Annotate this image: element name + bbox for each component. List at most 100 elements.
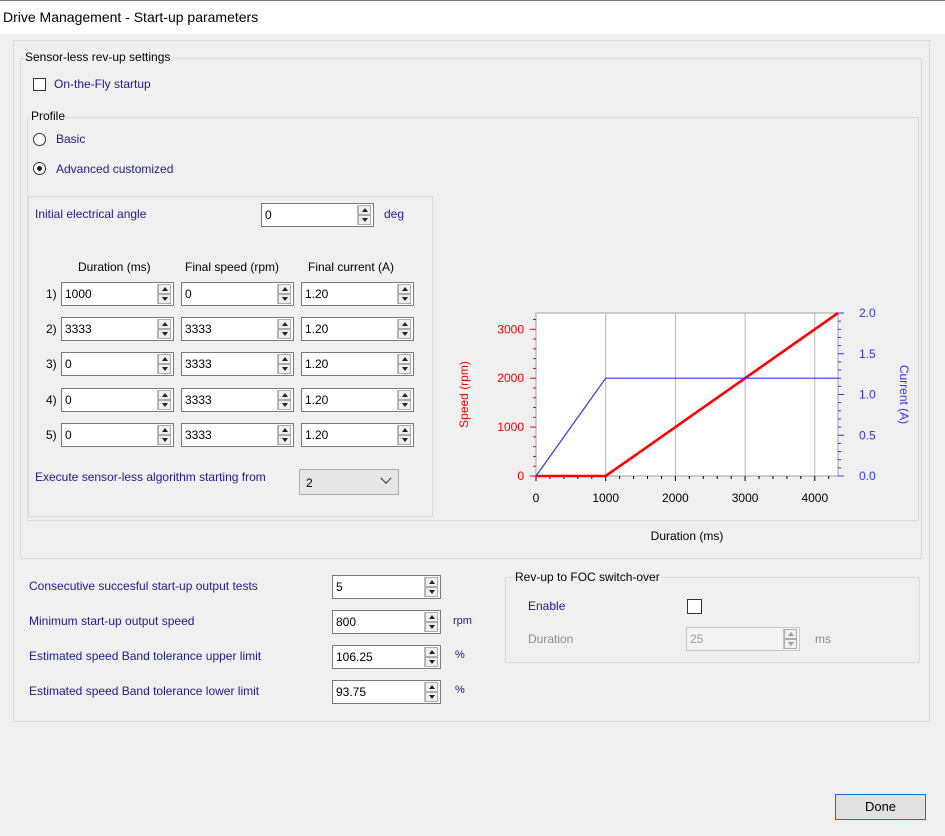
spin-up-icon[interactable]: [425, 612, 438, 622]
advanced-label[interactable]: Advanced customized: [56, 162, 173, 176]
row-duration-input[interactable]: 0: [61, 388, 174, 412]
row-duration-input[interactable]: 0: [61, 352, 174, 376]
spin-up-icon[interactable]: [398, 390, 411, 400]
spin-down-icon[interactable]: [278, 364, 291, 374]
row-duration-input[interactable]: 1000: [61, 282, 174, 306]
spin-up-icon[interactable]: [425, 682, 438, 692]
spin-down-icon[interactable]: [158, 364, 171, 374]
spin-up-icon[interactable]: [278, 354, 291, 364]
row-current-input[interactable]: 1.20: [301, 282, 414, 306]
row-duration-spinner[interactable]: [157, 390, 172, 410]
lower-limit-value[interactable]: 93.75: [336, 685, 366, 699]
basic-label[interactable]: Basic: [56, 132, 85, 146]
spin-down-icon[interactable]: [398, 364, 411, 374]
row-duration-spinner[interactable]: [157, 319, 172, 339]
consecutive-tests-spinner[interactable]: [424, 577, 439, 597]
spin-up-icon[interactable]: [398, 354, 411, 364]
row-current-spinner[interactable]: [397, 354, 412, 374]
lower-limit-spinner[interactable]: [424, 682, 439, 702]
initial-angle-spinner[interactable]: [357, 205, 372, 225]
row-duration-value[interactable]: 0: [65, 357, 72, 371]
lower-limit-input[interactable]: 93.75: [332, 680, 441, 704]
row-speed-input[interactable]: 3333: [181, 388, 294, 412]
row-current-input[interactable]: 1.20: [301, 352, 414, 376]
spin-down-icon[interactable]: [425, 587, 438, 597]
spin-up-icon[interactable]: [425, 577, 438, 587]
row-speed-spinner[interactable]: [277, 390, 292, 410]
spin-up-icon[interactable]: [158, 425, 171, 435]
min-speed-value[interactable]: 800: [336, 615, 356, 629]
row-speed-value[interactable]: 3333: [185, 357, 212, 371]
spin-down-icon[interactable]: [158, 294, 171, 304]
spin-up-icon[interactable]: [398, 284, 411, 294]
row-current-value[interactable]: 1.20: [305, 357, 328, 371]
spin-down-icon[interactable]: [278, 329, 291, 339]
upper-limit-input[interactable]: 106.25: [332, 645, 441, 669]
spin-down-icon[interactable]: [158, 329, 171, 339]
row-speed-value[interactable]: 3333: [185, 393, 212, 407]
consecutive-tests-input[interactable]: 5: [332, 575, 441, 599]
row-speed-spinner[interactable]: [277, 425, 292, 445]
spin-down-icon[interactable]: [158, 435, 171, 445]
row-duration-input[interactable]: 0: [61, 423, 174, 447]
spin-down-icon[interactable]: [784, 639, 797, 649]
spin-up-icon[interactable]: [158, 390, 171, 400]
foc-enable-checkbox[interactable]: [687, 599, 702, 614]
spin-up-icon[interactable]: [398, 319, 411, 329]
consecutive-tests-value[interactable]: 5: [336, 580, 343, 594]
min-speed-spinner[interactable]: [424, 612, 439, 632]
on-the-fly-checkbox[interactable]: [33, 78, 46, 91]
row-speed-value[interactable]: 3333: [185, 428, 212, 442]
min-speed-input[interactable]: 800: [332, 610, 441, 634]
basic-radio[interactable]: [33, 133, 46, 146]
execute-step-value[interactable]: 2: [306, 476, 313, 490]
row-speed-input[interactable]: 3333: [181, 352, 294, 376]
row-speed-spinner[interactable]: [277, 319, 292, 339]
foc-duration-value[interactable]: 25: [690, 632, 703, 646]
row-current-input[interactable]: 1.20: [301, 423, 414, 447]
spin-up-icon[interactable]: [784, 629, 797, 639]
row-current-value[interactable]: 1.20: [305, 287, 328, 301]
row-duration-spinner[interactable]: [157, 425, 172, 445]
row-speed-input[interactable]: 3333: [181, 423, 294, 447]
spin-down-icon[interactable]: [425, 692, 438, 702]
on-the-fly-label[interactable]: On-the-Fly startup: [54, 77, 151, 91]
initial-angle-value[interactable]: 0: [265, 208, 272, 222]
row-duration-value[interactable]: 3333: [65, 322, 92, 336]
row-current-spinner[interactable]: [397, 284, 412, 304]
spin-up-icon[interactable]: [278, 425, 291, 435]
spin-up-icon[interactable]: [278, 284, 291, 294]
chevron-down-icon[interactable]: [380, 472, 392, 484]
row-current-value[interactable]: 1.20: [305, 428, 328, 442]
done-button-label[interactable]: Done: [865, 799, 896, 814]
spin-up-icon[interactable]: [398, 425, 411, 435]
spin-up-icon[interactable]: [425, 647, 438, 657]
done-button[interactable]: Done: [835, 794, 926, 820]
row-duration-spinner[interactable]: [157, 354, 172, 374]
row-duration-input[interactable]: 3333: [61, 317, 174, 341]
row-current-input[interactable]: 1.20: [301, 388, 414, 412]
upper-limit-spinner[interactable]: [424, 647, 439, 667]
execute-step-dropdown[interactable]: 2: [299, 469, 399, 495]
row-speed-value[interactable]: 0: [185, 287, 192, 301]
upper-limit-value[interactable]: 106.25: [336, 650, 373, 664]
foc-duration-spinner[interactable]: [783, 629, 798, 649]
advanced-radio[interactable]: [33, 162, 46, 175]
row-duration-value[interactable]: 0: [65, 428, 72, 442]
spin-down-icon[interactable]: [398, 329, 411, 339]
spin-down-icon[interactable]: [278, 435, 291, 445]
foc-duration-input[interactable]: 25: [686, 627, 800, 651]
spin-down-icon[interactable]: [398, 294, 411, 304]
spin-up-icon[interactable]: [358, 205, 371, 215]
row-duration-value[interactable]: 0: [65, 393, 72, 407]
spin-up-icon[interactable]: [158, 354, 171, 364]
spin-down-icon[interactable]: [358, 215, 371, 225]
spin-up-icon[interactable]: [158, 284, 171, 294]
row-duration-spinner[interactable]: [157, 284, 172, 304]
spin-down-icon[interactable]: [158, 400, 171, 410]
spin-down-icon[interactable]: [278, 400, 291, 410]
spin-down-icon[interactable]: [425, 622, 438, 632]
row-speed-spinner[interactable]: [277, 284, 292, 304]
initial-angle-input[interactable]: 0: [261, 203, 374, 227]
row-current-spinner[interactable]: [397, 319, 412, 339]
